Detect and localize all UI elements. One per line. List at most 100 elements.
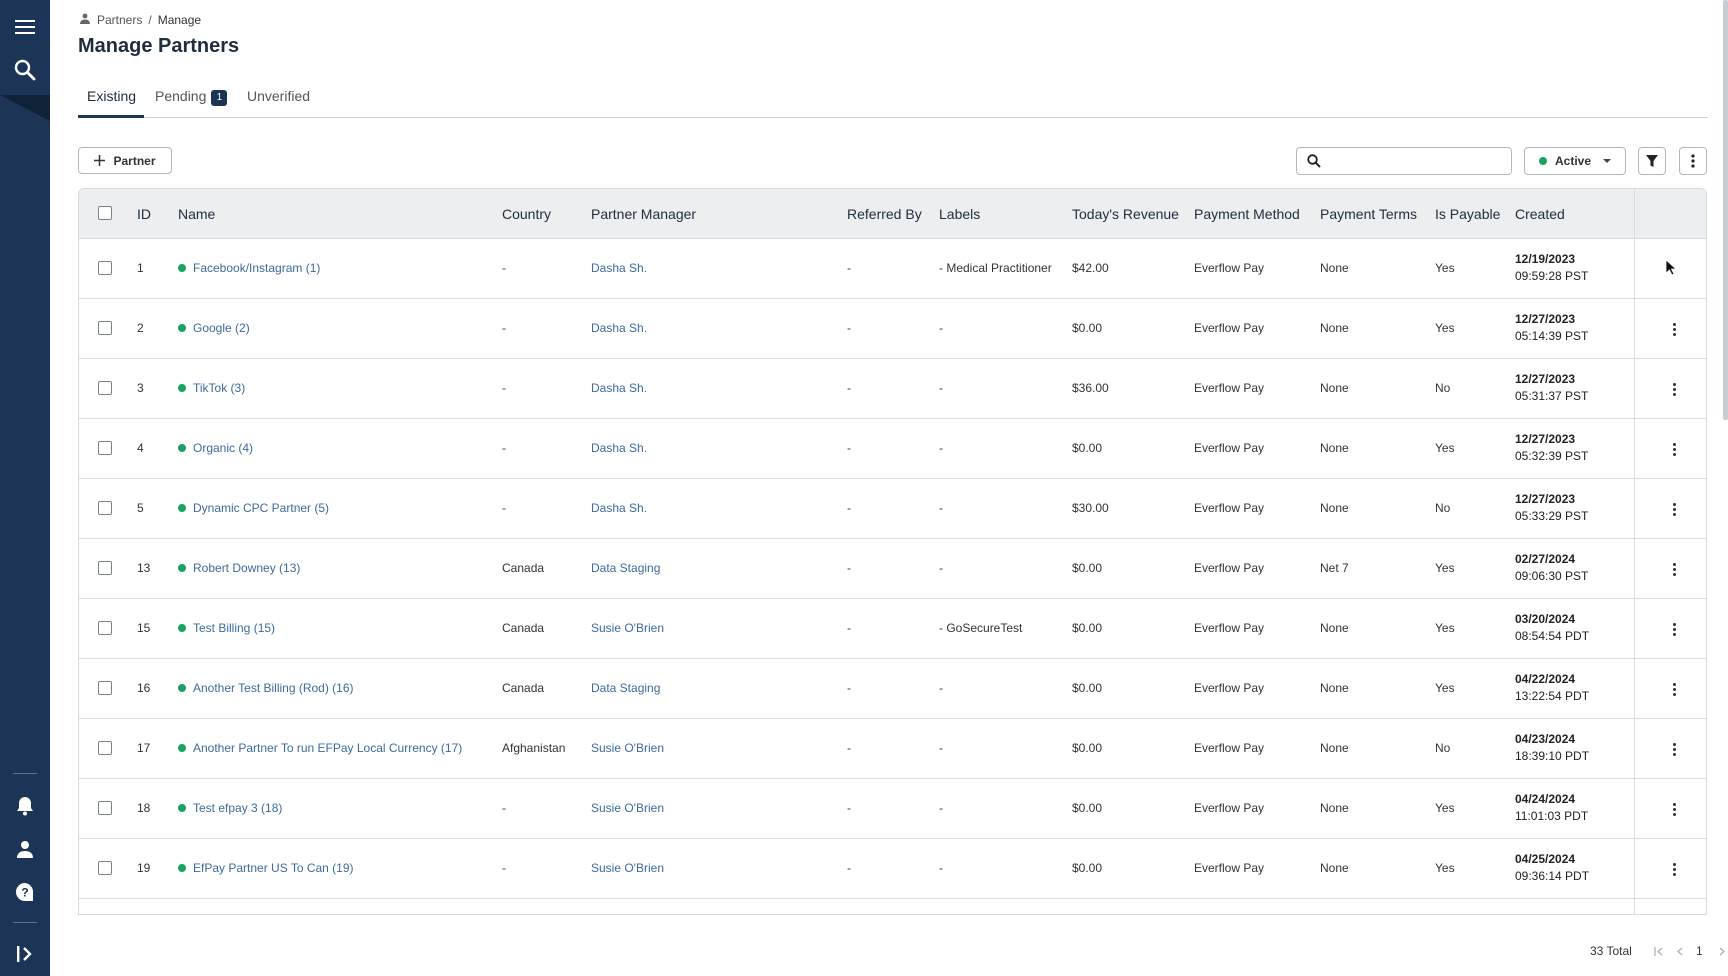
row-checkbox[interactable]	[98, 561, 112, 575]
created-time: 08:54:54 PDT	[1515, 629, 1590, 643]
expand-sidebar-icon[interactable]	[13, 942, 37, 966]
row-payment-method: Everflow Pay	[1194, 321, 1265, 335]
row-created: 12/27/2023 05:31:37 PST	[1515, 371, 1588, 405]
partner-manager-link[interactable]: Susie O'Brien	[591, 621, 664, 635]
filter-icon	[1646, 154, 1658, 167]
sidebar-divider	[13, 922, 37, 923]
column-name[interactable]: Name	[178, 206, 215, 222]
row-actions-button[interactable]	[1665, 679, 1683, 699]
column-payment-method[interactable]: Payment Method	[1194, 206, 1300, 222]
partner-name-text: TikTok (3)	[193, 381, 246, 395]
row-payment-terms: None	[1320, 741, 1349, 755]
partner-manager-link[interactable]: Dasha Sh.	[591, 381, 647, 395]
column-payment-terms[interactable]: Payment Terms	[1320, 206, 1417, 222]
add-partner-label: Partner	[113, 153, 156, 168]
search-icon[interactable]	[13, 58, 37, 82]
more-options-button[interactable]	[1679, 147, 1707, 175]
row-checkbox[interactable]	[98, 321, 112, 335]
row-actions-button[interactable]	[1665, 619, 1683, 639]
column-is-payable[interactable]: Is Payable	[1435, 206, 1500, 222]
row-checkbox[interactable]	[98, 381, 112, 395]
partner-name-link[interactable]: Robert Downey (13)	[178, 561, 300, 575]
tab-pending[interactable]: Pending 1	[155, 88, 228, 118]
row-created: 12/27/2023 05:33:29 PST	[1515, 491, 1588, 525]
row-checkbox[interactable]	[98, 501, 112, 515]
tab-label: Existing	[87, 88, 137, 104]
column-partner-manager[interactable]: Partner Manager	[591, 206, 696, 222]
menu-icon[interactable]	[13, 15, 37, 39]
column-referred-by[interactable]: Referred By	[847, 206, 922, 222]
help-icon[interactable]: ?	[13, 880, 37, 904]
table-header: ID Name Country Partner Manager Referred…	[79, 189, 1706, 239]
search-input[interactable]	[1327, 149, 1511, 173]
created-date: 02/27/2024	[1515, 552, 1576, 566]
row-labels: -	[939, 741, 943, 755]
partner-name-link[interactable]: Dynamic CPC Partner (5)	[178, 501, 329, 515]
partner-name-text: Organic (4)	[193, 441, 254, 455]
row-payment-terms: None	[1320, 861, 1349, 875]
select-all-checkbox[interactable]	[98, 206, 112, 220]
row-checkbox[interactable]	[98, 441, 112, 455]
column-labels[interactable]: Labels	[939, 206, 980, 222]
scrollbar[interactable]	[1723, 0, 1728, 420]
row-labels: -	[939, 381, 943, 395]
column-country[interactable]: Country	[502, 206, 551, 222]
row-labels: -	[939, 561, 943, 575]
partner-manager-link[interactable]: Susie O'Brien	[591, 801, 664, 815]
partner-name-link[interactable]: Another Partner To run EFPay Local Curre…	[178, 741, 462, 755]
partner-name-link[interactable]: Another Test Billing (Rod) (16)	[178, 681, 354, 695]
partner-name-link[interactable]: Facebook/Instagram (1)	[178, 261, 320, 275]
partner-name-link[interactable]: Test Billing (15)	[178, 621, 275, 635]
row-actions-button[interactable]	[1665, 439, 1683, 459]
row-payment-terms: None	[1320, 621, 1349, 635]
row-checkbox[interactable]	[98, 261, 112, 275]
row-actions-button[interactable]	[1665, 499, 1683, 519]
partner-manager-link[interactable]: Susie O'Brien	[591, 861, 664, 875]
partner-manager-link[interactable]: Dasha Sh.	[591, 441, 647, 455]
partner-name-link[interactable]: TikTok (3)	[178, 381, 245, 395]
tab-existing[interactable]: Existing	[78, 88, 144, 118]
column-todays-revenue[interactable]: Today's Revenue	[1072, 206, 1179, 222]
tab-unverified[interactable]: Unverified	[247, 88, 310, 118]
row-checkbox[interactable]	[98, 741, 112, 755]
first-page-icon[interactable]	[1654, 947, 1664, 956]
user-icon[interactable]	[13, 837, 37, 861]
partner-name-text: Google (2)	[193, 321, 250, 335]
row-checkbox[interactable]	[98, 681, 112, 695]
add-partner-button[interactable]: Partner	[78, 147, 172, 174]
next-page-icon[interactable]	[1718, 947, 1726, 956]
row-id: 15	[137, 621, 151, 635]
row-checkbox[interactable]	[98, 621, 112, 635]
status-filter-dropdown[interactable]: Active	[1524, 147, 1626, 175]
column-created[interactable]: Created	[1515, 206, 1565, 222]
status-dot	[178, 264, 186, 272]
partner-manager-link[interactable]: Dasha Sh.	[591, 501, 647, 515]
partner-name-link[interactable]: EfPay Partner US To Can (19)	[178, 861, 354, 875]
row-actions-button[interactable]	[1665, 379, 1683, 399]
partner-manager-link[interactable]: Data Staging	[591, 681, 660, 695]
row-referred-by: -	[847, 321, 851, 335]
row-checkbox[interactable]	[98, 801, 112, 815]
partner-manager-link[interactable]: Dasha Sh.	[591, 321, 647, 335]
row-actions-button[interactable]	[1665, 799, 1683, 819]
partner-name-link[interactable]: Google (2)	[178, 321, 250, 335]
row-country: -	[502, 381, 506, 395]
row-actions-button[interactable]	[1665, 859, 1683, 879]
bell-icon[interactable]	[13, 794, 37, 818]
partner-name-link[interactable]: Test efpay 3 (18)	[178, 801, 282, 815]
row-payment-method: Everflow Pay	[1194, 801, 1265, 815]
partner-manager-link[interactable]: Data Staging	[591, 561, 660, 575]
column-id[interactable]: ID	[137, 206, 151, 222]
breadcrumb-partners[interactable]: Partners	[97, 13, 142, 27]
partner-manager-link[interactable]: Dasha Sh.	[591, 261, 647, 275]
row-checkbox[interactable]	[98, 861, 112, 875]
row-actions-button[interactable]	[1665, 559, 1683, 579]
prev-page-icon[interactable]	[1676, 947, 1684, 956]
filter-button[interactable]	[1638, 147, 1666, 175]
partner-name-link[interactable]: Organic (4)	[178, 441, 253, 455]
row-actions-button[interactable]	[1665, 739, 1683, 759]
search-box[interactable]	[1296, 147, 1512, 175]
row-actions-button[interactable]	[1665, 319, 1683, 339]
current-page[interactable]: 1	[1696, 944, 1703, 958]
partner-manager-link[interactable]: Susie O'Brien	[591, 741, 664, 755]
